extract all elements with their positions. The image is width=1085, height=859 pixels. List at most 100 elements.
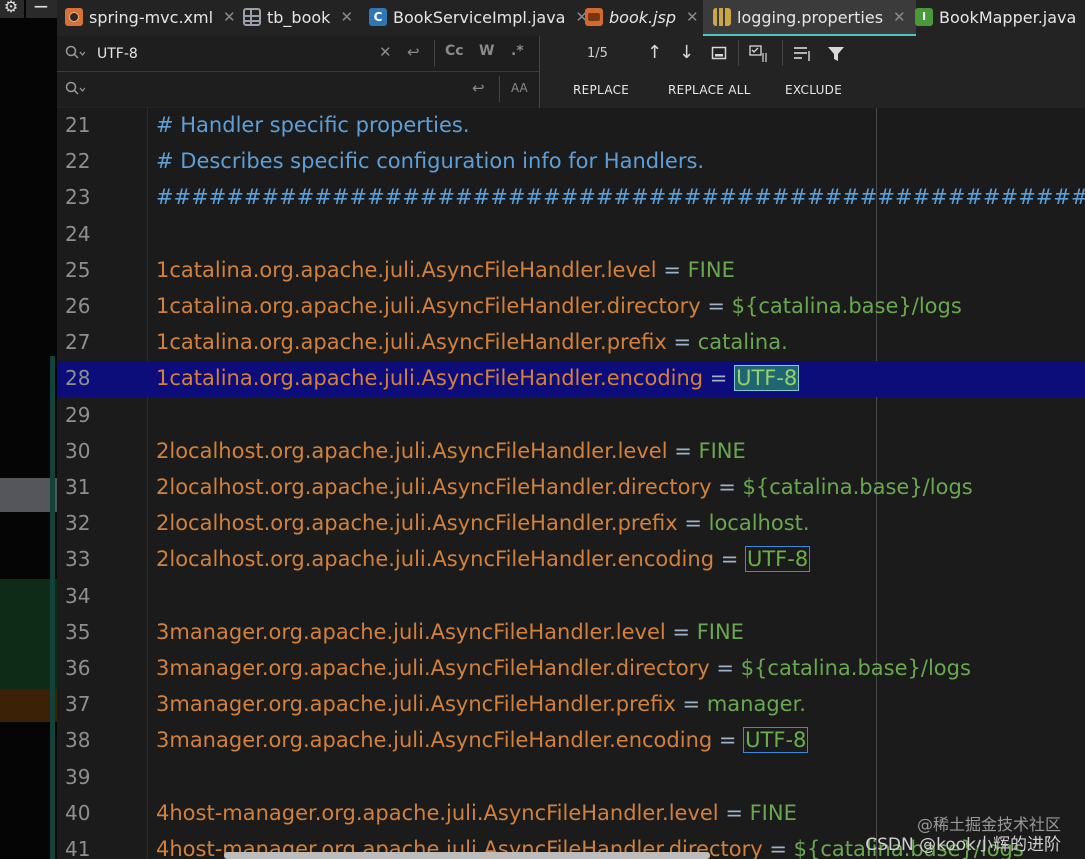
preserve-case-icon[interactable]: AA bbox=[511, 81, 528, 95]
horizontal-scrollbar[interactable] bbox=[224, 852, 710, 859]
code-line[interactable]: 38 3manager.org.apache.juli.AsyncFileHand… bbox=[57, 723, 1085, 759]
search-match: UTF-8 bbox=[744, 546, 811, 573]
code-line[interactable]: 30 2localhost.org.apache.juli.AsyncFileHa… bbox=[57, 434, 1085, 470]
code-line[interactable]: 27 1catalina.org.apache.juli.AsyncFileHan… bbox=[57, 325, 1085, 361]
close-icon[interactable]: ✕ bbox=[340, 8, 353, 26]
tab-label: BookServiceImpl.java bbox=[393, 7, 566, 27]
line-code: 1catalina.org.apache.juli.AsyncFileHandl… bbox=[156, 258, 735, 282]
gear-icon[interactable]: ⚙ bbox=[0, 0, 22, 17]
tab-label: BookMapper.java bbox=[939, 7, 1077, 27]
property-key: 3manager.org.apache.juli.AsyncFileHandle… bbox=[156, 692, 676, 717]
tab-bookmapper-java[interactable]: I BookMapper.java bbox=[915, 0, 1076, 34]
search-input[interactable] bbox=[95, 42, 369, 66]
line-code: ########################################… bbox=[156, 185, 1085, 209]
code-line[interactable]: 37 3manager.org.apache.juli.AsyncFileHand… bbox=[57, 687, 1085, 723]
line-number: 21 bbox=[65, 113, 91, 137]
property-value: FINE bbox=[687, 257, 735, 282]
close-icon[interactable]: ✕ bbox=[223, 8, 236, 26]
code-line[interactable]: 21 # Handler specific properties. bbox=[57, 108, 1085, 144]
code-line[interactable]: 34 bbox=[57, 579, 1085, 615]
code-line[interactable]: 31 2localhost.org.apache.juli.AsyncFileHa… bbox=[57, 470, 1085, 506]
code-line[interactable]: 36 3manager.org.apache.juli.AsyncFileHand… bbox=[57, 651, 1085, 687]
minimize-icon[interactable]: − bbox=[30, 0, 52, 18]
csdn-watermark: CSDN @kook小辉的进阶 bbox=[865, 835, 1061, 855]
property-key: 3manager.org.apache.juli.AsyncFileHandle… bbox=[156, 728, 713, 753]
new-line-icon[interactable]: ↩ bbox=[407, 43, 420, 61]
tab-bookserviceimpl-java[interactable]: C BookServiceImpl.java ✕ bbox=[369, 0, 588, 34]
line-number: 39 bbox=[65, 764, 91, 789]
replace-button[interactable]: REPLACE bbox=[573, 83, 629, 97]
line-code: # Handler specific properties. bbox=[156, 113, 470, 137]
clear-search-icon[interactable]: ✕ bbox=[379, 43, 392, 61]
tab-label: spring-mvc.xml bbox=[89, 7, 214, 27]
line-number: 29 bbox=[65, 402, 91, 427]
tab-logging-properties[interactable]: logging.properties ✕ bbox=[703, 0, 916, 36]
comment-token: # Describes specific configuration info … bbox=[156, 149, 705, 174]
line-number: 27 bbox=[65, 330, 91, 355]
property-key: 2localhost.org.apache.juli.AsyncFileHand… bbox=[156, 511, 678, 536]
line-number: 37 bbox=[65, 692, 91, 717]
strip-scrollbar[interactable] bbox=[50, 356, 55, 859]
line-number: 41 bbox=[65, 837, 91, 859]
code-line[interactable]: 26 1catalina.org.apache.juli.AsyncFileHan… bbox=[57, 289, 1085, 325]
strip-highlight-green bbox=[0, 579, 57, 689]
code-line[interactable]: 33 2localhost.org.apache.juli.AsyncFileHa… bbox=[57, 542, 1085, 578]
filter-icon[interactable] bbox=[827, 45, 845, 68]
previous-match-icon[interactable]: ↑ bbox=[647, 42, 662, 63]
tab-spring-mvc-xml[interactable]: spring-mvc.xml ✕ bbox=[65, 0, 236, 34]
code-line[interactable]: 22 # Describes specific configuration inf… bbox=[57, 144, 1085, 180]
select-in-scope-icon[interactable] bbox=[749, 45, 771, 68]
property-value: FINE bbox=[698, 438, 746, 463]
code-line[interactable]: 32 2localhost.org.apache.juli.AsyncFileHa… bbox=[57, 506, 1085, 542]
close-icon[interactable]: ✕ bbox=[893, 8, 906, 26]
search-match: UTF-8 bbox=[743, 727, 809, 754]
exclude-button[interactable]: EXCLUDE bbox=[785, 83, 842, 97]
toolbar-divider bbox=[738, 40, 739, 66]
tab-label: book.jsp bbox=[609, 7, 677, 27]
equals-operator: = bbox=[762, 837, 794, 859]
line-number: 40 bbox=[65, 800, 91, 825]
replace-all-button[interactable]: REPLACE ALL bbox=[668, 83, 751, 97]
regex-button[interactable]: .* bbox=[511, 43, 524, 59]
equals-operator: = bbox=[709, 656, 741, 680]
line-number: 34 bbox=[65, 583, 91, 608]
tab-label: logging.properties bbox=[737, 7, 884, 27]
line-code: 2localhost.org.apache.juli.AsyncFileHand… bbox=[156, 439, 746, 463]
equals-operator: = bbox=[714, 547, 745, 572]
editor-tab-bar: spring-mvc.xml ✕ tb_book ✕ C BookService… bbox=[57, 0, 1085, 36]
equals-operator: = bbox=[712, 728, 744, 753]
in-selection-icon[interactable] bbox=[793, 45, 813, 68]
code-line[interactable]: 23 ######################################… bbox=[57, 180, 1085, 216]
code-line[interactable]: 28 1catalina.org.apache.juli.AsyncFileHan… bbox=[57, 361, 1085, 398]
select-all-occurrences-icon[interactable] bbox=[711, 45, 727, 65]
code-line[interactable]: 25 1catalina.org.apache.juli.AsyncFileHan… bbox=[57, 253, 1085, 289]
line-number: 35 bbox=[65, 619, 91, 644]
code-line[interactable]: 29 bbox=[57, 398, 1085, 434]
line-code: 3manager.org.apache.juli.AsyncFileHandle… bbox=[156, 656, 971, 680]
tab-tb-book[interactable]: tb_book ✕ bbox=[243, 0, 353, 34]
line-number: 38 bbox=[65, 728, 91, 753]
code-editor[interactable]: 21 # Handler specific properties. 22 # Desc… bbox=[57, 108, 1085, 859]
search-icon[interactable] bbox=[65, 45, 86, 61]
line-number: 36 bbox=[65, 656, 91, 680]
code-line[interactable]: 39 bbox=[57, 760, 1085, 796]
new-line-icon[interactable]: ↩ bbox=[472, 79, 485, 97]
replace-input[interactable] bbox=[95, 78, 369, 102]
code-line[interactable]: 24 bbox=[57, 217, 1085, 253]
close-icon[interactable]: ✕ bbox=[686, 8, 699, 26]
equals-operator: = bbox=[665, 619, 697, 644]
equals-operator: = bbox=[656, 257, 688, 282]
find-replace-panel: ✕ ↩ Cc W .* ↩ AA 1/5 ↑ ↓ REPLACE REPLACE… bbox=[57, 36, 1085, 109]
line-number: 24 bbox=[65, 221, 91, 246]
property-key: 1catalina.org.apache.juli.AsyncFileHandl… bbox=[156, 366, 704, 391]
whole-words-button[interactable]: W bbox=[479, 43, 494, 59]
line-code: # Describes specific configuration info … bbox=[156, 149, 704, 173]
properties-file-icon bbox=[713, 8, 731, 26]
tool-window-header: ⚙ − bbox=[0, 0, 57, 18]
match-case-button[interactable]: Cc bbox=[445, 43, 464, 59]
tab-book-jsp[interactable]: book.jsp ✕ bbox=[585, 0, 699, 34]
search-history-icon[interactable] bbox=[65, 81, 86, 97]
line-number: 28 bbox=[65, 366, 91, 391]
next-match-icon[interactable]: ↓ bbox=[679, 42, 694, 63]
code-line[interactable]: 35 3manager.org.apache.juli.AsyncFileHand… bbox=[57, 615, 1085, 651]
